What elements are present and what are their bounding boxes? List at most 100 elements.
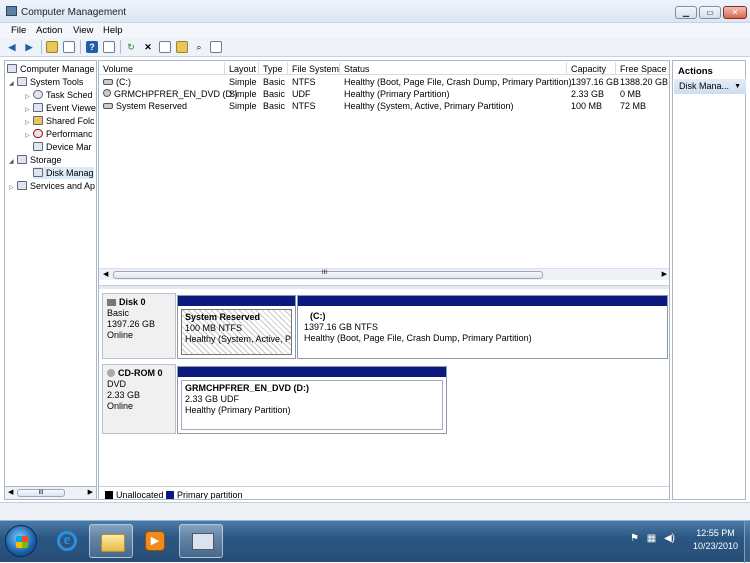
minimize-button[interactable]: ▁	[675, 6, 697, 19]
column-type[interactable]: Type	[259, 62, 288, 75]
system-clock[interactable]: 12:55 PM 10/23/2010	[693, 527, 738, 553]
disk-state: Online	[107, 330, 134, 340]
tree-item-services-applications[interactable]: ▷ Services and Ap	[9, 180, 95, 192]
show-hide-tree-icon[interactable]	[63, 41, 75, 53]
taskbar-internet-explorer[interactable]: e	[44, 524, 88, 558]
volume-name: GRMCHPFRER_EN_DVD (D:)	[114, 89, 238, 99]
show-desktop-button[interactable]	[744, 521, 750, 563]
export-icon[interactable]	[210, 41, 222, 53]
scroll-thumb[interactable]: III	[113, 270, 543, 279]
collapse-arrow-icon[interactable]: ▷	[25, 130, 33, 142]
computer-management-icon	[6, 6, 17, 16]
volume-row[interactable]: GRMCHPFRER_EN_DVD (D:) Simple Basic UDF …	[99, 88, 669, 100]
tree-label: Task Sched	[46, 90, 93, 100]
tree-item-task-scheduler[interactable]: ▷ Task Sched	[25, 89, 93, 101]
folder-icon	[101, 534, 125, 552]
column-volume[interactable]: Volume	[99, 62, 225, 75]
volume-name-cell: System Reserved	[99, 100, 187, 112]
toolbar-separator	[120, 40, 121, 54]
title-bar: Computer Management ▁ ▭ ✕	[0, 0, 750, 23]
legend-label: Primary partition	[177, 490, 243, 500]
tree-item-shared-folders[interactable]: ▷ Shared Folc	[25, 115, 95, 127]
forward-icon[interactable]: ▶	[23, 41, 35, 53]
event-viewer-icon	[33, 103, 43, 112]
tree-item-event-viewer[interactable]: ▷ Event Viewe	[25, 102, 96, 114]
search-icon[interactable]: ⌕	[193, 41, 205, 53]
menu-file[interactable]: File	[11, 25, 26, 36]
disk-name: CD-ROM 0	[118, 368, 163, 378]
partition-body: (C:) 1397.16 GB NTFS Healthy (Boot, Page…	[301, 309, 664, 355]
open-icon[interactable]	[176, 41, 188, 53]
expand-arrow-icon[interactable]: ◢	[9, 156, 17, 168]
legend-unallocated: Unallocated	[105, 490, 164, 499]
status-bar	[0, 502, 750, 520]
expand-arrow-icon[interactable]: ◢	[9, 78, 17, 90]
tree-item-disk-management[interactable]: Disk Manag	[33, 167, 94, 179]
column-capacity[interactable]: Capacity	[567, 62, 616, 75]
volume-list-horizontal-scrollbar[interactable]: ◀ III ▶	[99, 268, 669, 280]
capacity-cell: 2.33 GB	[571, 89, 605, 99]
tree-horizontal-scrollbar[interactable]: ◀ III ▶	[4, 486, 97, 500]
network-icon[interactable]: ▦	[647, 533, 656, 544]
volume-row[interactable]: (C:) Simple Basic NTFS Healthy (Boot, Pa…	[99, 76, 669, 88]
tree-label: Event Viewe	[46, 103, 96, 113]
volume-row[interactable]: System Reserved Simple Basic NTFS Health…	[99, 100, 669, 112]
close-button[interactable]: ✕	[723, 6, 747, 19]
scroll-right-arrow-icon[interactable]: ▶	[88, 488, 93, 496]
scroll-right-arrow-icon[interactable]: ▶	[662, 270, 667, 278]
cd-rom-icon	[107, 369, 115, 377]
tree-item-computer-management[interactable]: Computer Manage	[7, 63, 95, 75]
disk-0-label[interactable]: Disk 0 Basic 1397.26 GB Online	[102, 293, 176, 359]
tree-label: Services and Ap	[30, 181, 96, 191]
pane-splitter[interactable]	[99, 285, 669, 289]
up-folder-icon[interactable]	[46, 41, 58, 53]
menu-help[interactable]: Help	[103, 25, 123, 36]
tree-label: Performanc	[46, 129, 93, 139]
partition-dvd[interactable]: GRMCHPFRER_EN_DVD (D:) 2.33 GB UDF Healt…	[177, 366, 447, 434]
disk-title: Disk 0	[107, 297, 171, 308]
scroll-left-arrow-icon[interactable]: ◀	[8, 488, 13, 496]
collapse-arrow-icon[interactable]: ▷	[9, 182, 17, 194]
legend-swatch	[105, 491, 113, 499]
taskbar-windows-explorer[interactable]	[89, 524, 133, 558]
taskbar-computer-management[interactable]	[179, 524, 223, 558]
delete-icon[interactable]: ✕	[142, 41, 154, 53]
windows-logo-icon	[16, 536, 28, 548]
tree-item-performance[interactable]: ▷ Performanc	[25, 128, 93, 140]
scroll-thumb[interactable]: III	[17, 489, 65, 497]
partition-system-reserved[interactable]: System Reserved 100 MB NTFS Healthy (Sys…	[177, 295, 296, 359]
partition-status: Healthy (Boot, Page File, Crash Dump, Pr…	[304, 333, 532, 343]
start-button[interactable]	[5, 525, 37, 557]
column-free-space[interactable]: Free Space	[616, 62, 669, 75]
column-file-system[interactable]: File System	[288, 62, 340, 75]
dropdown-arrow-icon[interactable]: ▼	[734, 79, 741, 94]
view-icon[interactable]	[103, 41, 115, 53]
column-layout[interactable]: Layout	[225, 62, 259, 75]
properties-icon[interactable]	[159, 41, 171, 53]
cdrom-0-label[interactable]: CD-ROM 0 DVD 2.33 GB Online	[102, 364, 176, 434]
legend-primary: Primary partition	[166, 490, 243, 500]
back-icon[interactable]: ◀	[6, 41, 18, 53]
flag-icon[interactable]: ⚑	[630, 533, 639, 544]
maximize-button[interactable]: ▭	[699, 6, 721, 19]
file-system-cell: NTFS	[292, 77, 316, 87]
clock-icon	[33, 90, 43, 99]
tree-item-device-manager[interactable]: Device Mar	[33, 141, 92, 153]
disk-size: 2.33 GB	[107, 390, 141, 400]
scroll-left-arrow-icon[interactable]: ◀	[103, 270, 108, 278]
tree-item-system-tools[interactable]: ◢ System Tools	[9, 76, 83, 88]
taskbar-media-player[interactable]: ▶	[133, 524, 177, 558]
menu-action[interactable]: Action	[36, 25, 62, 36]
help-icon[interactable]: ?	[86, 41, 98, 53]
status-cell: Healthy (Boot, Page File, Crash Dump, Pr…	[344, 77, 572, 87]
column-status[interactable]: Status	[340, 62, 567, 75]
refresh-icon[interactable]: ↻	[125, 41, 137, 53]
disk-type: Basic	[107, 308, 130, 318]
action-disk-management[interactable]: Disk Mana... ▼	[674, 79, 746, 94]
volume-icon[interactable]: ◀)	[664, 533, 675, 544]
clock-date: 10/23/2010	[692, 541, 738, 551]
tree-item-storage[interactable]: ◢ Storage	[9, 154, 62, 166]
partition-c[interactable]: (C:) 1397.16 GB NTFS Healthy (Boot, Page…	[297, 295, 668, 359]
drive-icon	[103, 103, 113, 109]
menu-view[interactable]: View	[73, 25, 93, 36]
